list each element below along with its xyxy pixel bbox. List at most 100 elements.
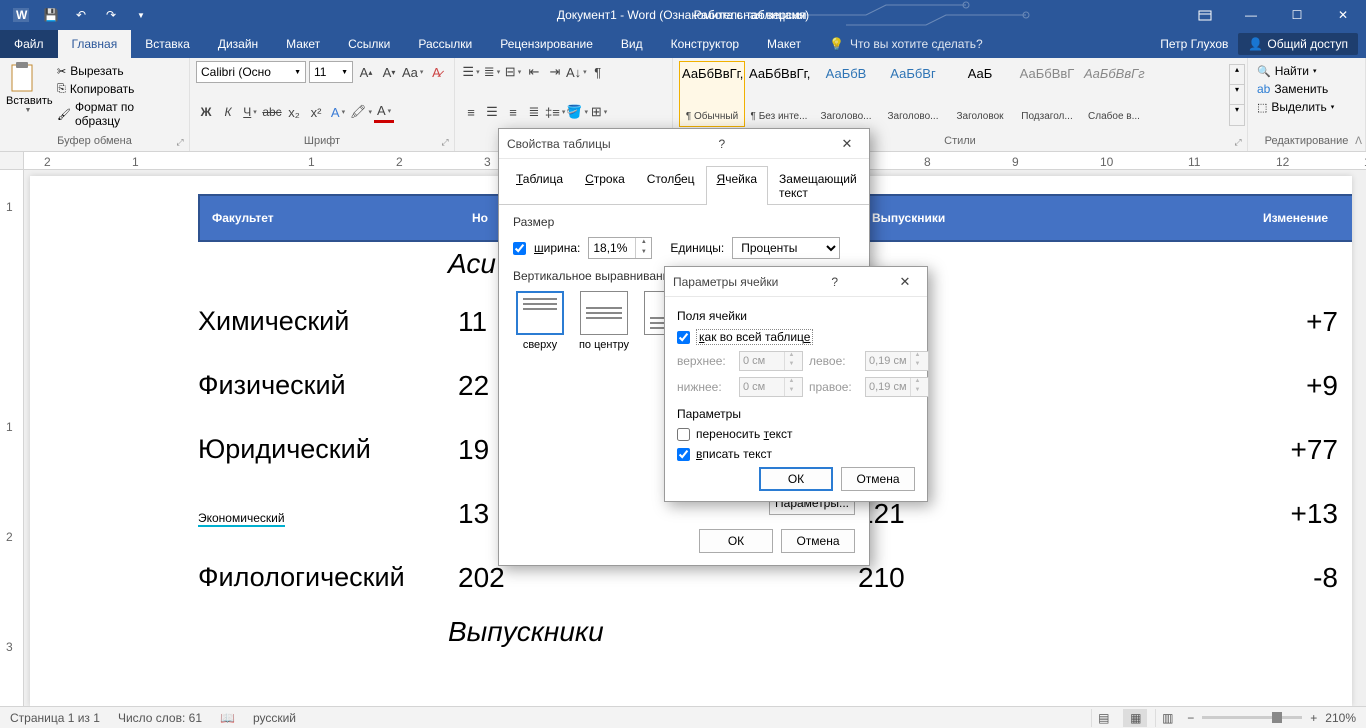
shading-icon[interactable]: 🪣 — [566, 101, 588, 123]
clipboard-launcher-icon[interactable]: ⤢ — [173, 135, 187, 149]
font-launcher-icon[interactable]: ⤢ — [438, 135, 452, 149]
tell-me[interactable]: 💡 Что вы хотите сделать? — [815, 30, 997, 58]
d2-help-icon[interactable]: ? — [825, 275, 845, 289]
tab-home[interactable]: Главная — [58, 30, 132, 58]
view-read-icon[interactable]: ▤ — [1091, 709, 1115, 727]
d1-valign-center[interactable]: по центру — [577, 291, 631, 351]
align-left-icon[interactable]: ≡ — [461, 101, 481, 123]
tab-mail[interactable]: Рассылки — [404, 30, 486, 58]
d1-tab-col[interactable]: Столбец — [636, 166, 706, 205]
styles-launcher-icon[interactable]: ⤢ — [1231, 135, 1245, 149]
d1-tab-alt[interactable]: Замещающий текст — [768, 166, 868, 205]
styles-scroll[interactable]: ▴ ▾ ▾ — [1229, 64, 1245, 126]
cut-button[interactable]: ✂ Вырезать — [54, 63, 183, 79]
status-proof-icon[interactable]: 📖 — [220, 711, 235, 725]
d1-tab-cell[interactable]: Ячейка — [706, 166, 769, 205]
select-button[interactable]: ⬚ Выделить ▾ — [1254, 99, 1359, 115]
vertical-ruler[interactable]: 1123 — [0, 170, 24, 706]
d2-fit-check[interactable] — [677, 448, 690, 461]
replace-button[interactable]: ab Заменить — [1254, 81, 1359, 97]
d1-tab-row[interactable]: Строка — [574, 166, 636, 205]
format-painter-button[interactable]: 🖌 Формат по образцу — [54, 99, 183, 129]
bold-icon[interactable]: Ж — [196, 101, 216, 123]
style-item[interactable]: АаБбВвГг,¶ Без инте... — [746, 61, 812, 127]
tab-layout[interactable]: Макет — [272, 30, 334, 58]
line-spacing-icon[interactable]: ‡≡ — [545, 101, 565, 123]
tab-construct[interactable]: Конструктор — [657, 30, 753, 58]
numbering-icon[interactable]: ≣ — [482, 61, 502, 83]
multilevel-icon[interactable]: ⊟ — [503, 61, 523, 83]
italic-icon[interactable]: К — [218, 101, 238, 123]
clear-format-icon[interactable]: A̷ — [426, 61, 446, 83]
font-size-select[interactable]: 11▼ — [309, 61, 353, 83]
close-icon[interactable]: ✕ — [1320, 0, 1366, 30]
justify-icon[interactable]: ≣ — [524, 101, 544, 123]
status-words[interactable]: Число слов: 61 — [118, 711, 202, 725]
minimize-icon[interactable]: — — [1228, 0, 1274, 30]
copy-button[interactable]: ⎘ Копировать — [54, 81, 183, 97]
style-item[interactable]: АаБбВЗаголово... — [813, 61, 879, 127]
zoom-in-icon[interactable]: + — [1310, 711, 1317, 725]
tab-review[interactable]: Рецензирование — [486, 30, 607, 58]
grow-font-icon[interactable]: A▴ — [356, 61, 376, 83]
d2-cancel-button[interactable]: Отмена — [841, 467, 915, 491]
tab-file[interactable]: Файл — [0, 30, 58, 58]
underline-icon[interactable]: Ч — [240, 101, 260, 123]
d2-same-check[interactable] — [677, 331, 690, 344]
tab-tlayout[interactable]: Макет — [753, 30, 815, 58]
tab-refs[interactable]: Ссылки — [334, 30, 404, 58]
outdent-icon[interactable]: ⇤ — [524, 61, 544, 83]
style-item[interactable]: АаБбВгЗаголово... — [880, 61, 946, 127]
ribbon-opts-icon[interactable] — [1182, 0, 1228, 30]
font-name-select[interactable]: Calibri (Осно▼ — [196, 61, 306, 83]
view-print-icon[interactable]: ▦ — [1123, 709, 1147, 727]
save-icon[interactable]: 💾 — [38, 2, 64, 28]
d1-titlebar[interactable]: Свойства таблицы ? ✕ — [499, 129, 869, 159]
d1-units-select[interactable]: Проценты — [732, 237, 840, 259]
share-button[interactable]: 👤 Общий доступ — [1238, 33, 1358, 55]
user-name[interactable]: Петр Глухов — [1160, 37, 1228, 51]
d1-tab-table[interactable]: Таблица — [505, 166, 574, 205]
status-lang[interactable]: русский — [253, 711, 296, 725]
sort-icon[interactable]: A↓ — [566, 61, 587, 83]
maximize-icon[interactable]: ☐ — [1274, 0, 1320, 30]
zoom-out-icon[interactable]: − — [1187, 711, 1194, 725]
borders-icon[interactable]: ⊞ — [589, 101, 609, 123]
style-item[interactable]: АаБбВвГг,¶ Обычный — [679, 61, 745, 127]
undo-icon[interactable]: ↶ — [68, 2, 94, 28]
subscript-icon[interactable]: x₂ — [284, 101, 304, 123]
d1-help-icon[interactable]: ? — [712, 137, 732, 151]
d1-ok-button[interactable]: ОК — [699, 529, 773, 553]
tab-design[interactable]: Дизайн — [204, 30, 272, 58]
d1-valign-top[interactable]: сверху — [513, 291, 567, 351]
superscript-icon[interactable]: x² — [306, 101, 326, 123]
qat-more-icon[interactable]: ▼ — [128, 2, 154, 28]
align-right-icon[interactable]: ≡ — [503, 101, 523, 123]
paste-button[interactable]: Вставить ▼ — [6, 61, 50, 129]
highlight-icon[interactable]: 🖍 — [350, 101, 372, 123]
d2-wrap-check[interactable] — [677, 428, 690, 441]
indent-icon[interactable]: ⇥ — [545, 61, 565, 83]
zoom-value[interactable]: 210% — [1325, 711, 1356, 725]
d1-width-spin[interactable]: ▲▼ — [588, 237, 652, 259]
strike-icon[interactable]: abc — [262, 101, 282, 123]
zoom-slider[interactable] — [1202, 716, 1302, 719]
redo-icon[interactable]: ↷ — [98, 2, 124, 28]
style-item[interactable]: АаБбВвГгСлабое в... — [1081, 61, 1147, 127]
d2-titlebar[interactable]: Параметры ячейки ? ✕ — [665, 267, 927, 297]
align-center-icon[interactable]: ☰ — [482, 101, 502, 123]
tab-view[interactable]: Вид — [607, 30, 657, 58]
tab-insert[interactable]: Вставка — [131, 30, 204, 58]
style-item[interactable]: АаБЗаголовок — [947, 61, 1013, 127]
shrink-font-icon[interactable]: A▾ — [379, 61, 399, 83]
change-case-icon[interactable]: Aa — [402, 61, 423, 83]
bullets-icon[interactable]: ☰ — [461, 61, 481, 83]
d1-close-icon[interactable]: ✕ — [833, 136, 861, 152]
collapse-ribbon-icon[interactable]: ᐱ — [1355, 136, 1362, 147]
text-effects-icon[interactable]: A — [328, 101, 348, 123]
status-page[interactable]: Страница 1 из 1 — [10, 711, 100, 725]
view-web-icon[interactable]: ▥ — [1155, 709, 1179, 727]
style-item[interactable]: АаБбВвГПодзагол... — [1014, 61, 1080, 127]
d2-close-icon[interactable]: ✕ — [891, 274, 919, 290]
find-button[interactable]: 🔍 Найти ▾ — [1254, 63, 1359, 79]
